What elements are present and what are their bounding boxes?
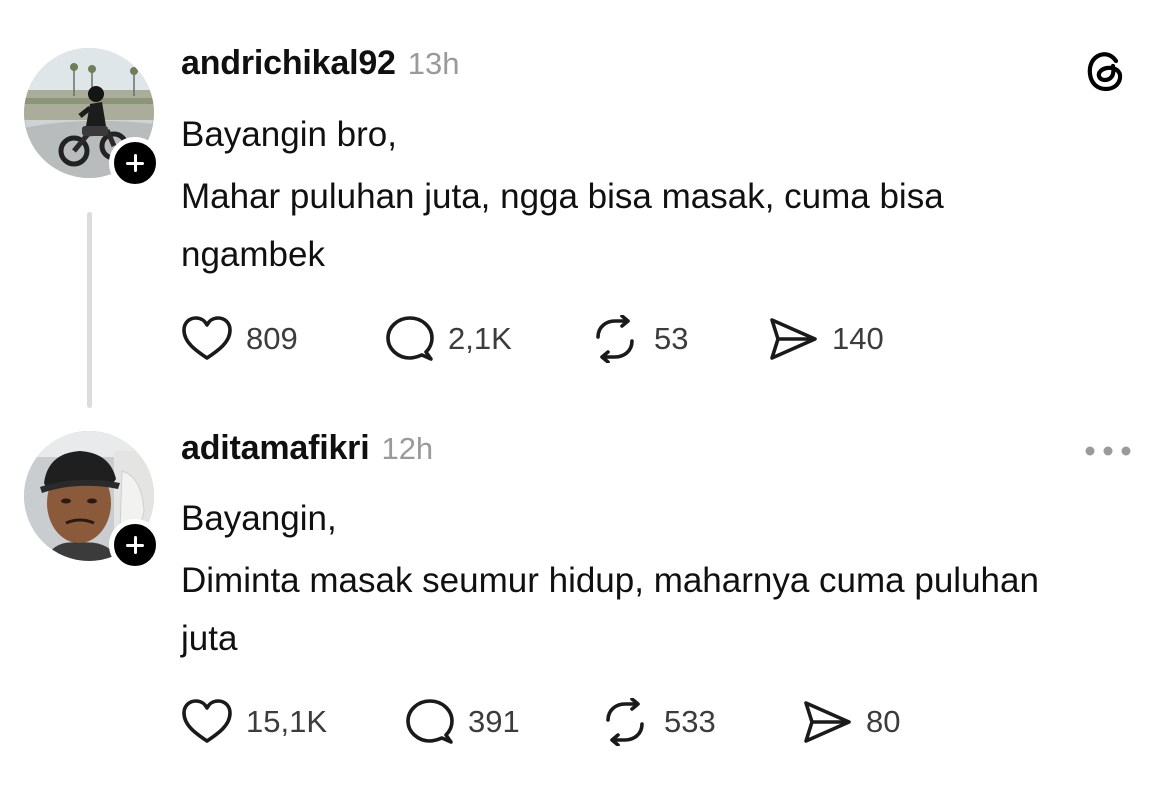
like-button[interactable]: 15,1K (181, 697, 327, 747)
send-icon (770, 318, 817, 360)
like-count: 15,1K (246, 704, 328, 739)
share-button[interactable]: 80 (801, 697, 900, 747)
share-button[interactable]: 140 (767, 314, 884, 364)
post-paragraph: Mahar puluhan juta, ngga bisa masak, cum… (181, 177, 944, 274)
share-count: 140 (832, 321, 884, 356)
follow-plus-button[interactable] (109, 519, 161, 571)
post-paragraph: Diminta masak seumur hidup, maharnya cum… (181, 561, 1039, 658)
action-bar: 809 2,1K 53 140 (181, 314, 1081, 364)
reply-button[interactable]: 2,1K (383, 314, 512, 364)
repost-count: 533 (664, 704, 716, 739)
post-paragraph: Bayangin, (181, 499, 337, 538)
username[interactable]: andrichikal92 (181, 44, 396, 83)
timestamp: 12h (381, 431, 434, 466)
threads-logo-icon[interactable] (1080, 44, 1132, 96)
share-count: 80 (866, 704, 901, 739)
post-paragraph: Bayangin bro, (181, 115, 397, 154)
repost-button[interactable]: 53 (589, 314, 688, 364)
repost-button[interactable]: 533 (599, 697, 716, 747)
post-body: Bayangin bro, Mahar puluhan juta, ngga b… (181, 106, 1081, 288)
send-icon (804, 701, 851, 743)
heart-icon (182, 316, 232, 360)
action-bar: 15,1K 391 533 80 (181, 697, 1081, 747)
post-body: Bayangin, Diminta masak seumur hidup, ma… (181, 490, 1081, 672)
post-header: andrichikal92 13h (181, 44, 459, 83)
username[interactable]: aditamafikri (181, 429, 370, 468)
timestamp: 13h (407, 46, 460, 81)
follow-plus-button[interactable] (109, 137, 161, 189)
thread-connector-line (87, 212, 92, 408)
post-andrichikal92: andrichikal92 13h Bayangin bro, Mahar pu… (0, 0, 1170, 408)
like-button[interactable]: 809 (181, 314, 298, 364)
reply-button[interactable]: 391 (403, 697, 520, 747)
reply-count: 2,1K (448, 321, 512, 356)
post-header: aditamafikri 12h (181, 429, 433, 468)
heart-icon (182, 699, 232, 743)
repost-icon (596, 315, 634, 363)
post-aditamafikri: aditamafikri 12h Bayangin, Diminta masak… (0, 405, 1170, 789)
more-options-icon[interactable] (1082, 441, 1134, 461)
like-count: 809 (246, 321, 298, 356)
comment-bubble-icon (406, 699, 454, 744)
repost-count: 53 (654, 321, 689, 356)
comment-bubble-icon (386, 316, 434, 361)
repost-icon (606, 698, 644, 746)
reply-count: 391 (468, 704, 520, 739)
